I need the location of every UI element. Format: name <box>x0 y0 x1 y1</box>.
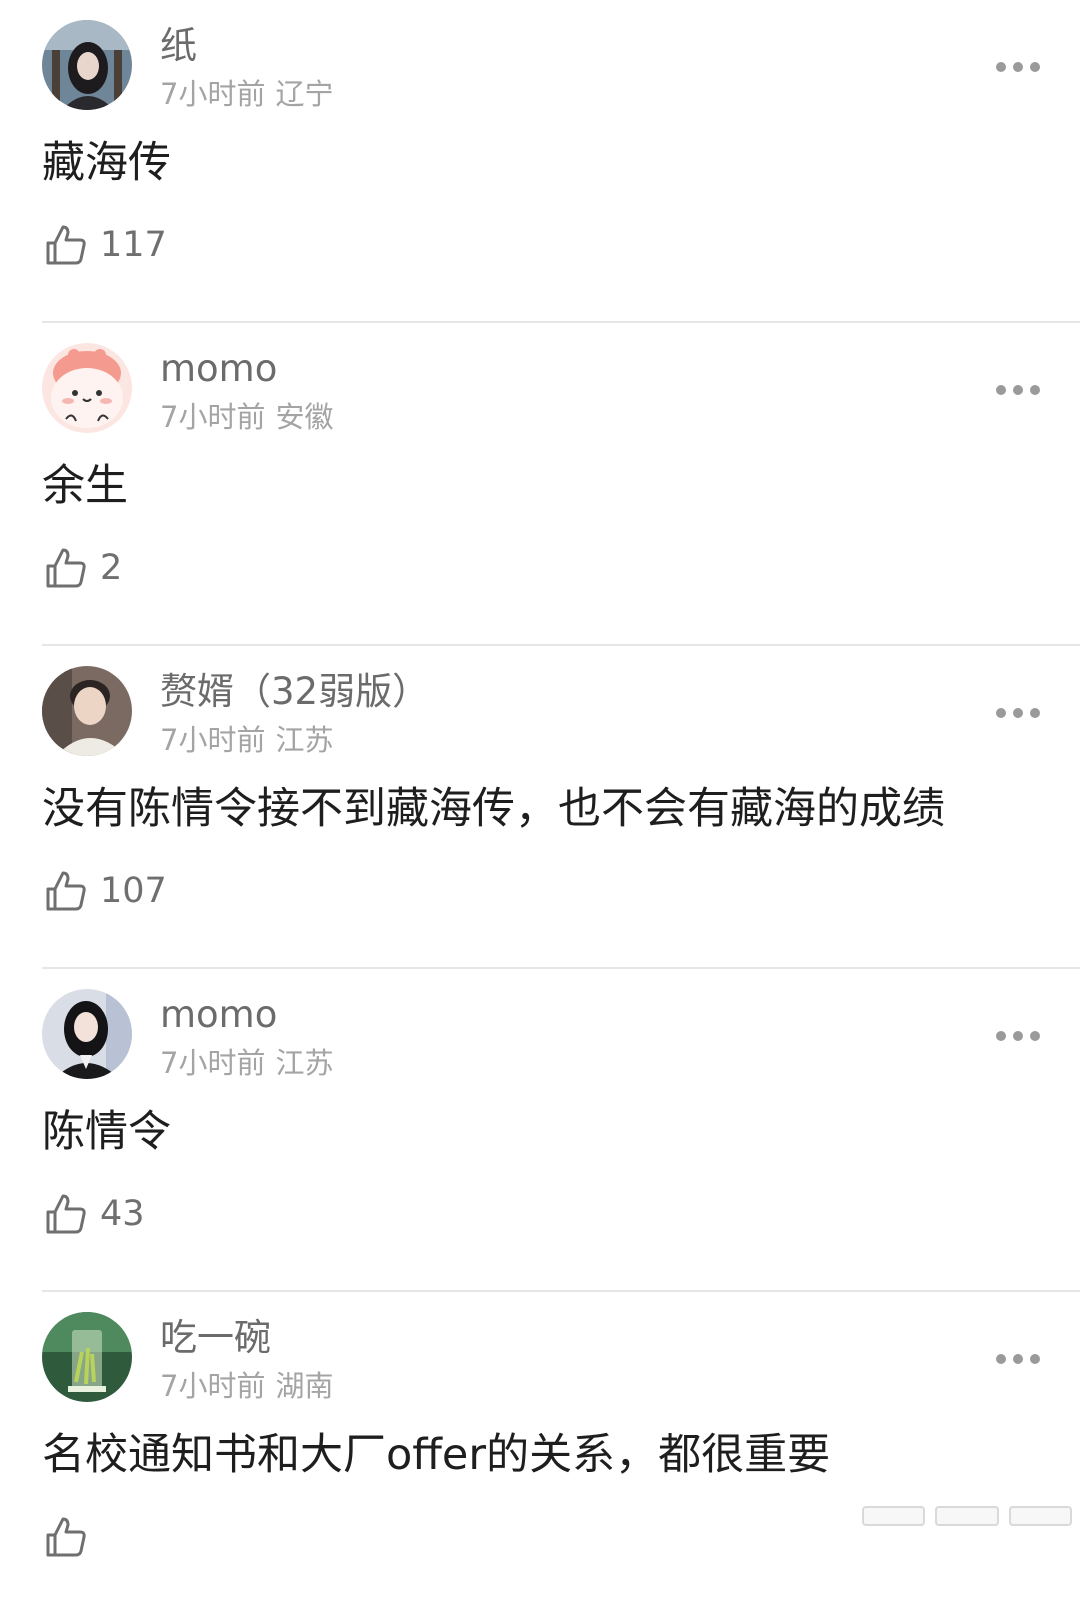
timestamp: 7小时前 <box>160 400 266 434</box>
nav-segment <box>935 1506 999 1526</box>
comment-meta: 7小时前 辽宁 <box>160 74 333 114</box>
more-dot-icon <box>996 708 1006 718</box>
like-count: 117 <box>100 225 167 265</box>
more-dot-icon <box>1013 62 1023 72</box>
avatar[interactable] <box>42 343 132 433</box>
thumbs-up-icon <box>46 1194 86 1234</box>
more-dot-icon <box>996 1031 1006 1041</box>
like-button[interactable] <box>44 1512 100 1562</box>
avatar-photo-young-man-icon <box>42 666 132 756</box>
username[interactable]: momo <box>160 991 277 1039</box>
more-options-button[interactable] <box>996 375 1040 405</box>
comment-text: 陈情令 <box>42 1107 171 1157</box>
comment-meta: 7小时前 江苏 <box>160 1043 333 1083</box>
thumbs-up-icon <box>46 1517 86 1557</box>
more-dot-icon <box>1030 1031 1040 1041</box>
location: 湖南 <box>275 1369 334 1403</box>
avatar-photo-girl-dark-hair-icon <box>42 20 132 110</box>
like-button[interactable]: 117 <box>44 220 167 270</box>
like-button[interactable]: 107 <box>44 866 167 916</box>
comment-item: 纸 7小时前 辽宁 藏海传 117 <box>0 0 1080 323</box>
nav-segment <box>1008 1506 1072 1526</box>
username[interactable]: 纸 <box>160 22 197 70</box>
like-count: 43 <box>100 1194 145 1234</box>
username[interactable]: 吃一碗 <box>160 1314 271 1362</box>
like-button[interactable]: 2 <box>44 543 122 593</box>
thumbs-up-icon <box>46 548 86 588</box>
timestamp: 7小时前 <box>160 77 266 111</box>
comment-meta: 7小时前 湖南 <box>160 1366 333 1406</box>
location: 江苏 <box>275 1046 334 1080</box>
more-dot-icon <box>996 62 1006 72</box>
more-dot-icon <box>1013 708 1023 718</box>
username[interactable]: momo <box>160 345 277 393</box>
more-dot-icon <box>1013 1354 1023 1364</box>
comment-item: momo 7小时前 安徽 余生 2 <box>0 323 1080 646</box>
like-count: 107 <box>100 871 167 911</box>
comment-text: 没有陈情令接不到藏海传，也不会有藏海的成绩 <box>42 784 945 834</box>
more-dot-icon <box>996 385 1006 395</box>
thumbs-up-icon <box>46 871 86 911</box>
more-dot-icon <box>1030 385 1040 395</box>
more-options-button[interactable] <box>996 52 1040 82</box>
comment-meta: 7小时前 安徽 <box>160 397 333 437</box>
comment-item: 吃一碗 7小时前 湖南 名校通知书和大厂offer的关系，都很重要 <box>0 1292 1080 1615</box>
more-options-button[interactable] <box>996 1021 1040 1051</box>
comment-item: momo 7小时前 江苏 陈情令 43 <box>0 969 1080 1292</box>
avatar[interactable] <box>42 1312 132 1402</box>
timestamp: 7小时前 <box>160 1369 266 1403</box>
location: 辽宁 <box>275 77 334 111</box>
comment-text: 余生 <box>42 461 128 511</box>
more-options-button[interactable] <box>996 1344 1040 1374</box>
more-dot-icon <box>996 1354 1006 1364</box>
more-dot-icon <box>1013 1031 1023 1041</box>
location: 江苏 <box>275 723 334 757</box>
thumbs-up-icon <box>46 225 86 265</box>
timestamp: 7小时前 <box>160 723 266 757</box>
avatar-photo-green-tea-glass-icon <box>42 1312 132 1402</box>
comment-meta: 7小时前 江苏 <box>160 720 333 760</box>
more-dot-icon <box>1030 62 1040 72</box>
location: 安徽 <box>275 400 334 434</box>
avatar-cartoon-pink-shrimp-icon <box>42 343 132 433</box>
more-dot-icon <box>1030 708 1040 718</box>
avatar[interactable] <box>42 20 132 110</box>
timestamp: 7小时前 <box>160 1046 266 1080</box>
avatar[interactable] <box>42 989 132 1079</box>
more-dot-icon <box>1030 1354 1040 1364</box>
comment-text: 藏海传 <box>42 138 171 188</box>
avatar-photo-woman-black-suit-icon <box>42 989 132 1079</box>
like-button[interactable]: 43 <box>44 1189 145 1239</box>
like-count: 2 <box>100 548 123 588</box>
comment-feed: 纸 7小时前 辽宁 藏海传 117 momo 7小时前 安徽 余生 2 赘婿（3… <box>0 0 1080 1615</box>
system-nav-indicator <box>862 1506 1072 1526</box>
more-dot-icon <box>1013 385 1023 395</box>
nav-segment <box>862 1506 926 1526</box>
comment-item: 赘婿（32弱版） 7小时前 江苏 没有陈情令接不到藏海传，也不会有藏海的成绩 10… <box>0 646 1080 969</box>
username[interactable]: 赘婿（32弱版） <box>160 668 429 716</box>
more-options-button[interactable] <box>996 698 1040 728</box>
avatar[interactable] <box>42 666 132 756</box>
comment-text: 名校通知书和大厂offer的关系，都很重要 <box>42 1430 831 1480</box>
